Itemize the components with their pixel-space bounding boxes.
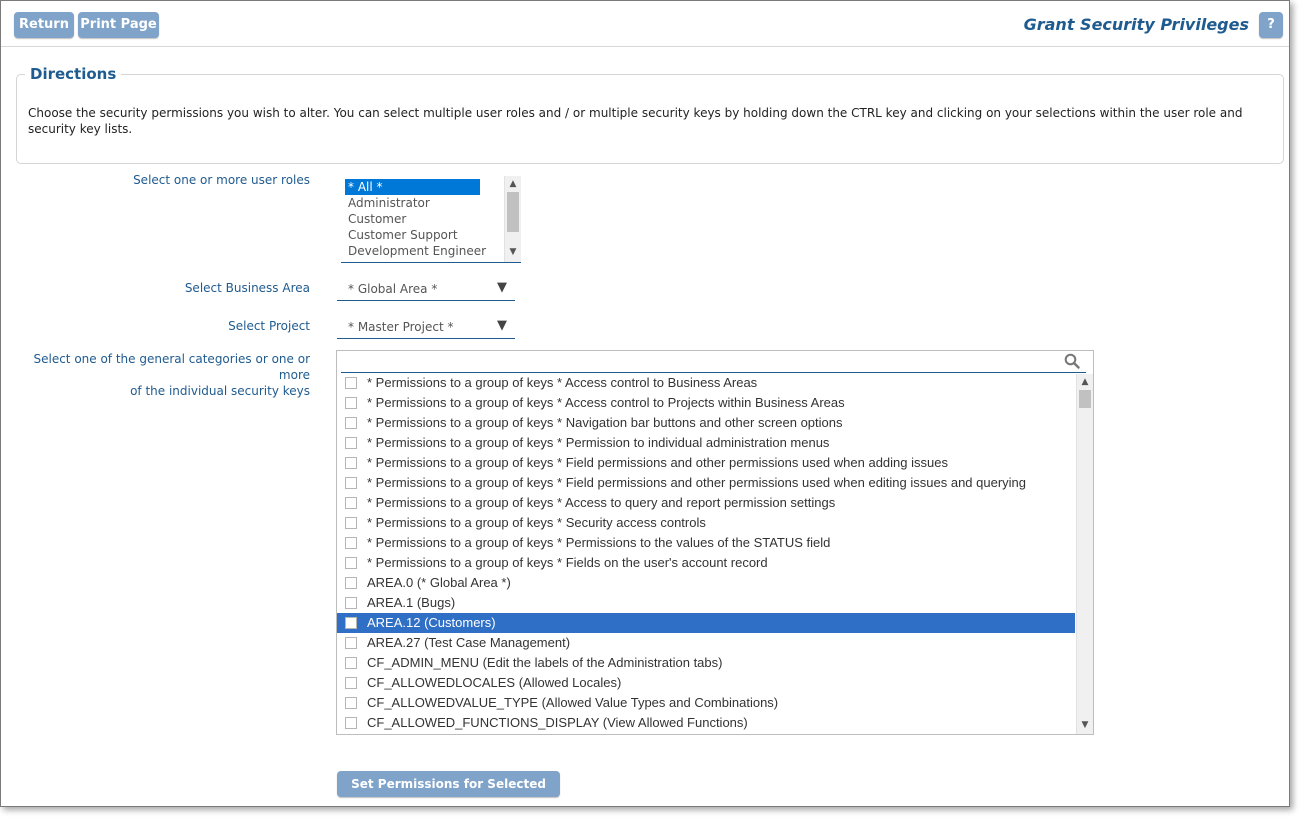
user-role-option[interactable]: Customer	[345, 211, 406, 227]
key-checkbox[interactable]	[345, 457, 357, 469]
key-checkbox[interactable]	[345, 657, 357, 669]
security-key-label: * Permissions to a group of keys * Field…	[367, 455, 948, 470]
dropdown-arrow-icon: ▼	[497, 280, 507, 295]
scroll-down-icon[interactable]: ▼	[1077, 719, 1093, 731]
security-key-row[interactable]: * Permissions to a group of keys * Acces…	[337, 493, 1075, 513]
key-checkbox[interactable]	[345, 477, 357, 489]
security-key-label: * Permissions to a group of keys * Acces…	[367, 495, 836, 510]
scroll-down-icon[interactable]: ▼	[505, 246, 521, 258]
return-button[interactable]: Return	[14, 12, 74, 38]
security-key-row[interactable]: * Permissions to a group of keys * Permi…	[337, 433, 1075, 453]
security-key-label: CF_ADMIN_MENU (Edit the labels of the Ad…	[367, 655, 723, 670]
security-key-row[interactable]: * Permissions to a group of keys * Acces…	[337, 393, 1075, 413]
security-key-label: CF_ALLOWED_FUNCTIONS_DISPLAY (View Allow…	[367, 715, 748, 730]
security-key-row[interactable]: * Permissions to a group of keys * Navig…	[337, 413, 1075, 433]
security-key-row[interactable]: * Permissions to a group of keys * Field…	[337, 473, 1075, 493]
key-checkbox[interactable]	[345, 497, 357, 509]
security-keys-list[interactable]: ▲ ▼ * Permissions to a group of keys * A…	[336, 350, 1094, 735]
project-label: Select Project	[228, 319, 310, 333]
security-key-row[interactable]: * Permissions to a group of keys * Field…	[337, 553, 1075, 573]
security-keys-label-line2: of the individual security keys	[130, 384, 310, 398]
key-checkbox[interactable]	[345, 677, 357, 689]
security-key-row[interactable]: * Permissions to a group of keys * Secur…	[337, 513, 1075, 533]
print-page-button[interactable]: Print Page	[78, 12, 159, 38]
help-button[interactable]: ?	[1259, 12, 1283, 38]
directions-heading: Directions	[25, 65, 122, 83]
security-key-label: * Permissions to a group of keys * Permi…	[367, 535, 831, 550]
security-key-label: * Permissions to a group of keys * Secur…	[367, 515, 706, 530]
security-keys-label: Select one of the general categories or …	[1, 351, 310, 399]
key-checkbox[interactable]	[345, 557, 357, 569]
key-checkbox[interactable]	[345, 717, 357, 729]
security-key-label: CF_ALLOWEDLOCALES (Allowed Locales)	[367, 675, 622, 690]
scroll-up-icon[interactable]: ▲	[505, 178, 521, 190]
key-checkbox[interactable]	[345, 697, 357, 709]
key-checkbox[interactable]	[345, 377, 357, 389]
security-key-label: AREA.1 (Bugs)	[367, 595, 456, 610]
business-area-value: * Global Area *	[348, 282, 438, 296]
security-key-label: * Permissions to a group of keys * Field…	[367, 555, 768, 570]
key-checkbox[interactable]	[345, 417, 357, 429]
key-checkbox[interactable]	[345, 437, 357, 449]
scroll-thumb[interactable]	[507, 192, 519, 232]
security-key-label: AREA.0 (* Global Area *)	[367, 575, 511, 590]
user-role-option[interactable]: Development Engineer	[345, 243, 486, 259]
key-checkbox[interactable]	[345, 517, 357, 529]
security-key-row[interactable]: * Permissions to a group of keys * Field…	[337, 453, 1075, 473]
user-roles-label: Select one or more user roles	[133, 173, 310, 187]
key-checkbox[interactable]	[345, 617, 357, 629]
security-key-label: * Permissions to a group of keys * Navig…	[367, 415, 843, 430]
page-title: Grant Security Privileges	[1023, 15, 1249, 34]
app-window: Return Print Page Grant Security Privile…	[0, 0, 1290, 807]
security-key-row[interactable]: AREA.12 (Customers)	[337, 613, 1075, 633]
search-icon[interactable]	[1064, 353, 1080, 369]
keys-scrollbar[interactable]: ▲ ▼	[1076, 374, 1093, 734]
security-key-row[interactable]: AREA.1 (Bugs)	[337, 593, 1075, 613]
set-permissions-button[interactable]: Set Permissions for Selected Keys	[337, 771, 560, 806]
key-checkbox[interactable]	[345, 537, 357, 549]
scroll-up-icon[interactable]: ▲	[1077, 376, 1093, 388]
security-key-row[interactable]: AREA.0 (* Global Area *)	[337, 573, 1075, 593]
project-select[interactable]: * Master Project * ▼	[337, 316, 515, 339]
keys-search-input[interactable]	[341, 351, 1065, 373]
business-area-select[interactable]: * Global Area * ▼	[337, 278, 515, 301]
business-area-label: Select Business Area	[184, 281, 310, 295]
security-key-row[interactable]: CF_ALLOWEDVALUE_TYPE (Allowed Value Type…	[337, 693, 1075, 713]
directions-text: Choose the security permissions you wish…	[28, 106, 1243, 136]
user-roles-list[interactable]: ▲ ▼ * All * Administrator Customer Customer…	[341, 176, 521, 263]
user-role-option[interactable]: Customer Support	[345, 227, 458, 243]
security-key-row[interactable]: CF_ALLOWEDLOCALES (Allowed Locales)	[337, 673, 1075, 693]
key-checkbox[interactable]	[345, 597, 357, 609]
security-key-row[interactable]: AREA.27 (Test Case Management)	[337, 633, 1075, 653]
security-key-label: AREA.12 (Customers)	[367, 615, 496, 630]
user-role-option[interactable]: * All *	[345, 179, 480, 195]
security-keys-label-line1: Select one of the general categories or …	[33, 352, 310, 382]
dropdown-arrow-icon: ▼	[497, 318, 507, 333]
security-key-row[interactable]: CF_ALLOWED_FUNCTIONS_DISPLAY (View Allow…	[337, 713, 1075, 733]
key-checkbox[interactable]	[345, 637, 357, 649]
key-checkbox[interactable]	[345, 577, 357, 589]
user-roles-scrollbar[interactable]: ▲ ▼	[504, 176, 521, 262]
scroll-thumb[interactable]	[1079, 390, 1091, 408]
user-role-option[interactable]: Administrator	[345, 195, 430, 211]
security-key-label: AREA.27 (Test Case Management)	[367, 635, 571, 650]
security-key-row[interactable]: * Permissions to a group of keys * Permi…	[337, 533, 1075, 553]
security-key-label: CF_ALLOWEDVALUE_TYPE (Allowed Value Type…	[367, 695, 779, 710]
keys-search-bar	[341, 351, 1086, 373]
security-key-row[interactable]: CF_ADMIN_MENU (Edit the labels of the Ad…	[337, 653, 1075, 673]
security-key-row[interactable]: * Permissions to a group of keys * Acces…	[337, 373, 1075, 393]
security-key-label: * Permissions to a group of keys * Acces…	[367, 395, 845, 410]
security-key-label: * Permissions to a group of keys * Field…	[367, 475, 1027, 490]
security-key-label: * Permissions to a group of keys * Permi…	[367, 435, 830, 450]
security-key-label: * Permissions to a group of keys * Acces…	[367, 375, 758, 390]
key-checkbox[interactable]	[345, 397, 357, 409]
project-value: * Master Project *	[348, 320, 454, 334]
toolbar-divider	[1, 46, 1289, 47]
